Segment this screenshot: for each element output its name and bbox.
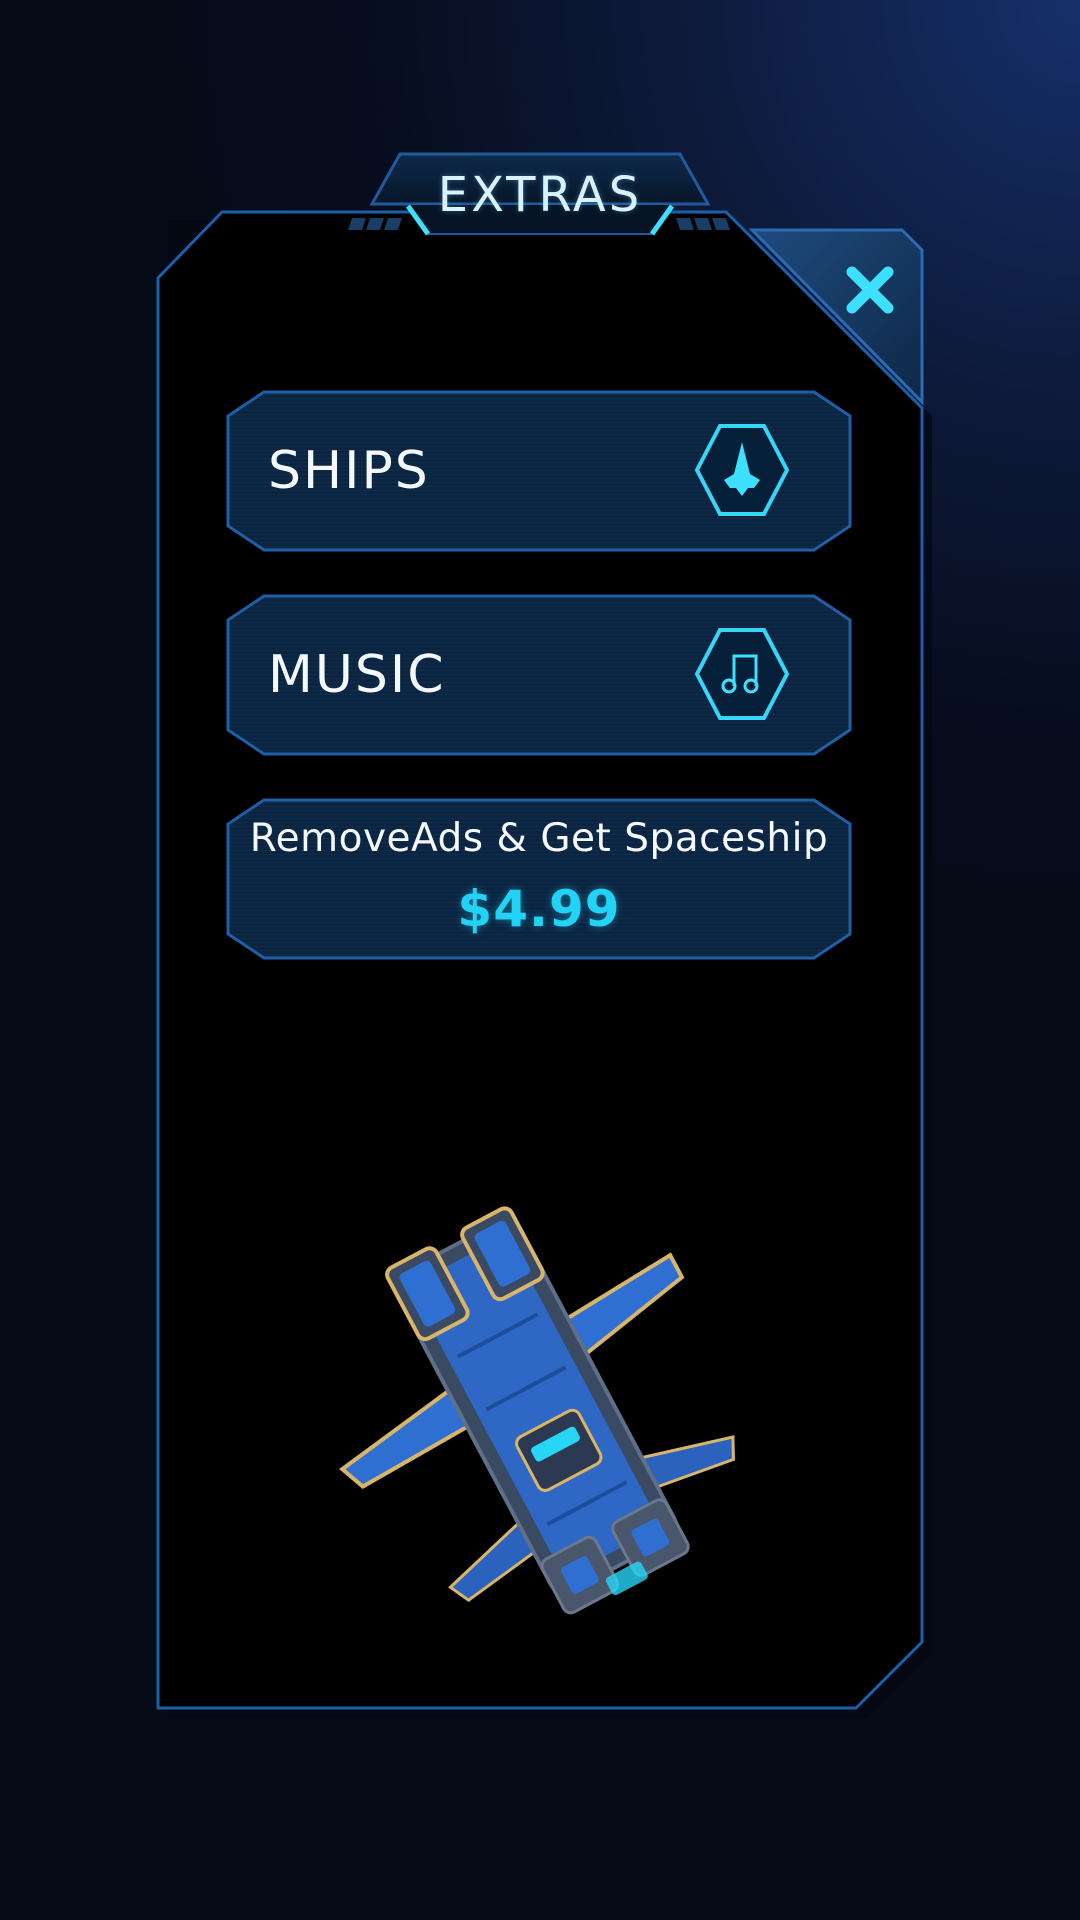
- music-note-icon: [694, 628, 790, 720]
- spaceship-illustration: [339, 1206, 736, 1615]
- ships-label: SHIPS: [268, 441, 430, 501]
- ships-button[interactable]: SHIPS: [226, 390, 852, 552]
- remove-ads-price: $4.99: [457, 880, 621, 938]
- music-label: MUSIC: [268, 645, 446, 705]
- popup-title: EXTRAS: [437, 167, 643, 223]
- close-icon: [846, 266, 894, 314]
- extras-screen: EXTRAS SHIPS MUSIC RemoveAds & Get Space…: [0, 0, 1080, 1920]
- spaceship-icon: [694, 424, 790, 516]
- remove-ads-button[interactable]: RemoveAds & Get Spaceship $4.99: [226, 798, 852, 960]
- close-button[interactable]: [820, 240, 920, 340]
- music-button[interactable]: MUSIC: [226, 594, 852, 756]
- remove-ads-title: RemoveAds & Get Spaceship: [249, 816, 829, 861]
